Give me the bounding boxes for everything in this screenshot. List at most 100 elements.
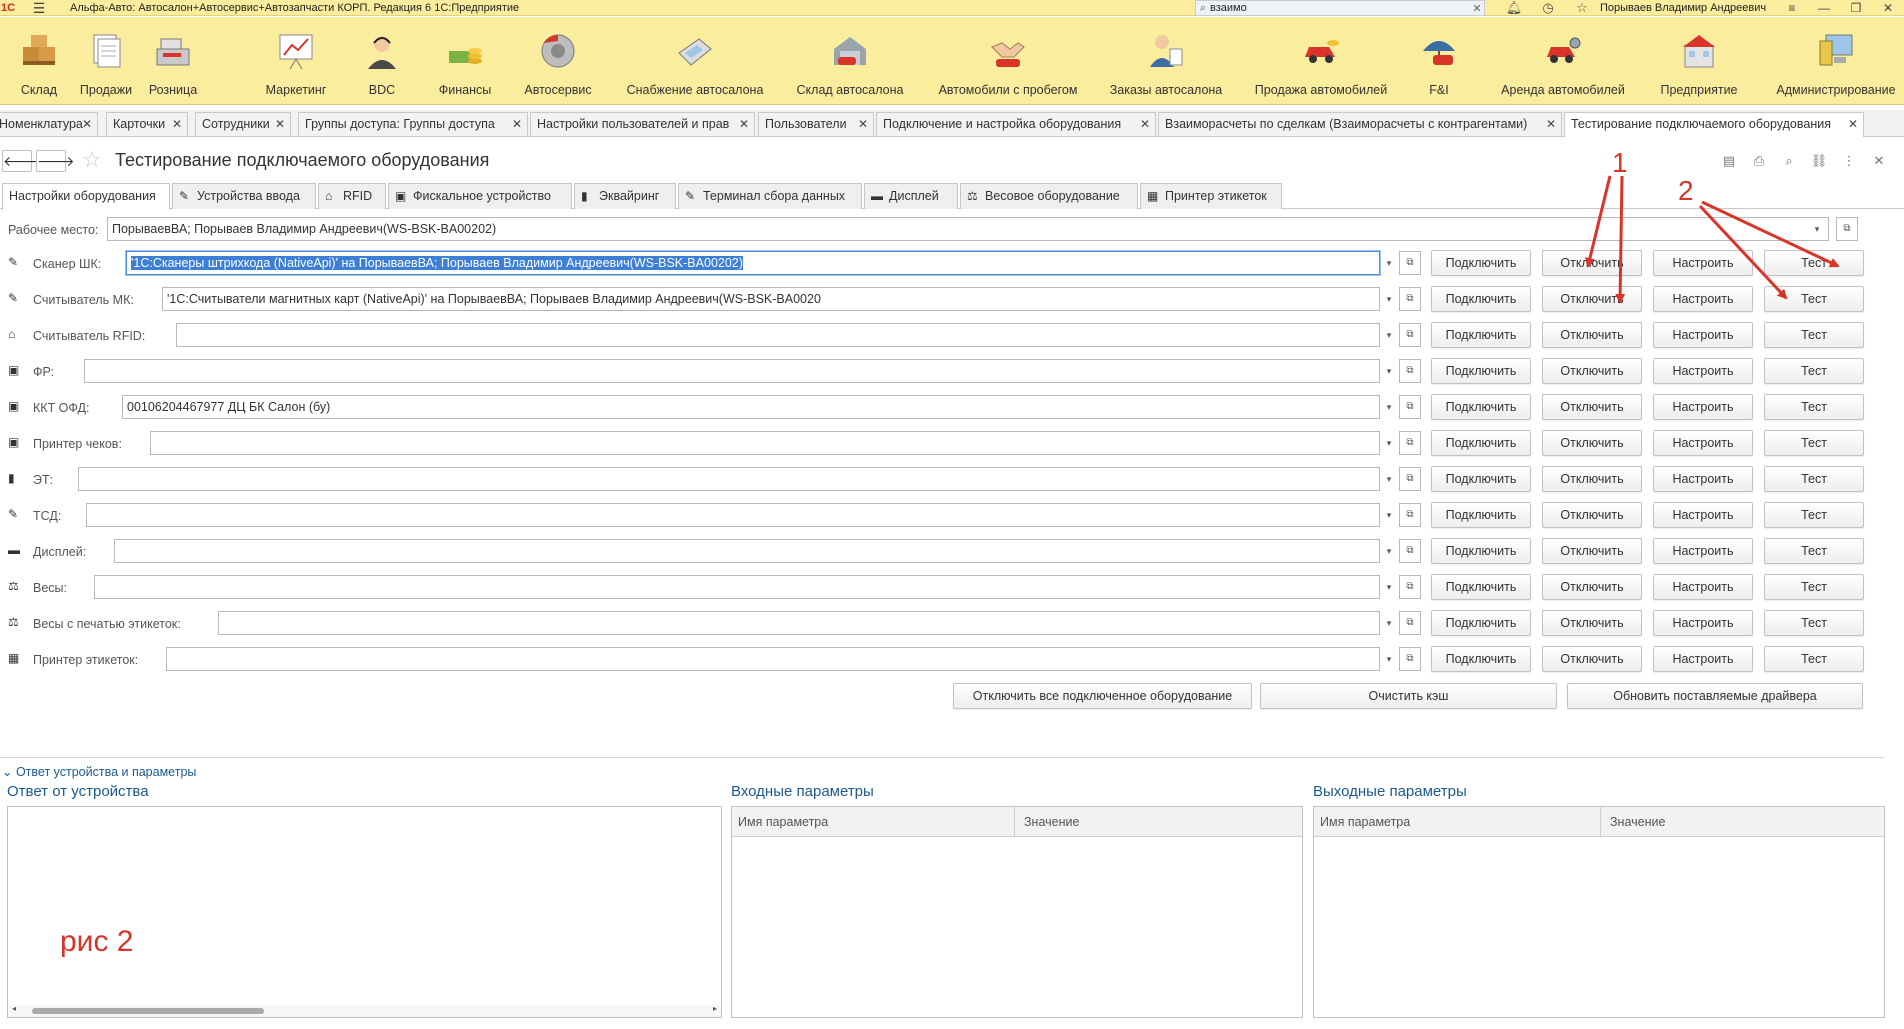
section-zakazy-avtosalona[interactable]: Заказы автосалона [1110, 17, 1222, 105]
device-open-icon[interactable]: ⧉ [1399, 611, 1421, 635]
settings-menu-icon[interactable]: ≡ [1776, 0, 1808, 16]
device-open-icon[interactable]: ⧉ [1399, 467, 1421, 491]
disconnect-button[interactable]: Отключить [1542, 646, 1642, 672]
device-dropdown-icon[interactable]: ▾ [1379, 396, 1399, 418]
section-administrirovanie[interactable]: Администрирование [1774, 17, 1898, 105]
setup-button[interactable]: Настроить [1653, 358, 1753, 384]
scroll-left-icon[interactable]: ◂ [12, 1004, 16, 1013]
current-user[interactable]: Порываев Владимир Андреевич [1600, 0, 1766, 16]
device-dropdown-icon[interactable]: ▾ [1379, 576, 1399, 598]
search-input[interactable]: взаимо [1210, 2, 1470, 14]
setup-button[interactable]: Настроить [1653, 250, 1753, 276]
open-tab[interactable]: Карточки ✕ [106, 112, 188, 136]
device-dropdown-icon[interactable]: ▾ [1379, 504, 1399, 526]
section-prodazha-avtomobiley[interactable]: Продажа автомобилей [1255, 17, 1387, 105]
tab-nastroyki-oborudovaniya[interactable]: Настройки оборудования [2, 183, 170, 210]
column-header-value[interactable]: Значение [1024, 815, 1079, 829]
connect-button[interactable]: Подключить [1431, 574, 1531, 600]
test-button[interactable]: Тест [1764, 466, 1864, 492]
output-params-table[interactable]: Имя параметра Значение [1313, 806, 1885, 1018]
search-box[interactable]: ⌕ взаимо ✕ [1195, 0, 1485, 16]
device-dropdown-icon[interactable]: ▾ [1379, 612, 1399, 634]
device-field[interactable] [114, 539, 1380, 563]
close-tab-icon[interactable]: ✕ [1546, 113, 1556, 135]
column-header-name[interactable]: Имя параметра [1320, 815, 1410, 829]
device-field[interactable] [150, 431, 1380, 455]
section-avtoservis[interactable]: Автосервис [522, 17, 594, 105]
close-tab-icon[interactable]: ✕ [275, 113, 285, 135]
column-header-name[interactable]: Имя параметра [738, 815, 828, 829]
device-open-icon[interactable]: ⧉ [1399, 503, 1421, 527]
setup-button[interactable]: Настроить [1653, 574, 1753, 600]
test-button[interactable]: Тест [1764, 286, 1864, 312]
device-open-icon[interactable]: ⧉ [1399, 395, 1421, 419]
minimize-icon[interactable]: — [1808, 0, 1840, 16]
disconnect-button[interactable]: Отключить [1542, 466, 1642, 492]
device-open-icon[interactable]: ⧉ [1399, 287, 1421, 311]
device-field[interactable]: 00106204467977 ДЦ БК Салон (бу) [122, 395, 1380, 419]
device-open-icon[interactable]: ⧉ [1399, 539, 1421, 563]
disconnect-button[interactable]: Отключить [1542, 430, 1642, 456]
connect-button[interactable]: Подключить [1431, 646, 1531, 672]
connect-button[interactable]: Подключить [1431, 286, 1531, 312]
device-field[interactable] [176, 323, 1380, 347]
favorite-star-icon[interactable]: ☆ [82, 148, 102, 172]
setup-button[interactable]: Настроить [1653, 646, 1753, 672]
open-tab[interactable]: Взаиморасчеты по сделкам (Взаиморасчеты … [1158, 112, 1562, 136]
section-finansy[interactable]: Финансы [436, 17, 494, 105]
close-tab-icon[interactable]: ✕ [172, 113, 182, 135]
connect-button[interactable]: Подключить [1431, 358, 1531, 384]
test-button[interactable]: Тест [1764, 502, 1864, 528]
device-field[interactable] [218, 611, 1380, 635]
disconnect-button[interactable]: Отключить [1542, 286, 1642, 312]
notifications-bell-icon[interactable]: 🔔︎ [1497, 0, 1531, 16]
device-dropdown-icon[interactable]: ▾ [1379, 432, 1399, 454]
disconnect-button[interactable]: Отключить [1542, 250, 1642, 276]
close-tab-icon[interactable]: ✕ [739, 113, 749, 135]
disconnect-button[interactable]: Отключить [1542, 358, 1642, 384]
test-button[interactable]: Тест [1764, 574, 1864, 600]
device-field[interactable] [166, 647, 1380, 671]
close-tab-icon[interactable]: ✕ [82, 113, 92, 135]
restore-icon[interactable]: ❐ [1840, 0, 1872, 16]
section-roznica[interactable]: Розница [149, 17, 197, 105]
device-open-icon[interactable]: ⧉ [1399, 431, 1421, 455]
disconnect-button[interactable]: Отключить [1542, 394, 1642, 420]
tab-terminal-sbora-dannyh[interactable]: ✎ Терминал сбора данных [678, 183, 862, 209]
print-icon[interactable]: ⎙ [1744, 150, 1774, 172]
disconnect-button[interactable]: Отключить [1542, 322, 1642, 348]
setup-button[interactable]: Настроить [1653, 322, 1753, 348]
test-button[interactable]: Тест [1764, 538, 1864, 564]
connect-button[interactable]: Подключить [1431, 250, 1531, 276]
section-sklad[interactable]: Склад [20, 17, 58, 105]
test-button[interactable]: Тест [1764, 250, 1864, 276]
preview-icon[interactable]: ⌕ [1774, 150, 1804, 172]
clear-search-icon[interactable]: ✕ [1470, 2, 1484, 15]
device-dropdown-icon[interactable]: ▾ [1379, 324, 1399, 346]
device-field[interactable]: '1С:Считыватели магнитных карт (NativeAp… [162, 287, 1380, 311]
close-window-icon[interactable]: ✕ [1872, 0, 1904, 16]
connect-button[interactable]: Подключить [1431, 430, 1531, 456]
setup-button[interactable]: Настроить [1653, 502, 1753, 528]
section-marketing[interactable]: Маркетинг [266, 17, 326, 105]
connect-button[interactable]: Подключить [1431, 322, 1531, 348]
section-fi[interactable]: F&I [1420, 17, 1458, 105]
tab-ekvayring[interactable]: ▮ Эквайринг [574, 183, 676, 209]
close-tab-icon[interactable]: ✕ [1140, 113, 1150, 135]
section-sklad-avtosalona[interactable]: Склад автосалона [797, 17, 903, 105]
open-tab[interactable]: Номенклатура ✕ [0, 112, 98, 136]
workplace-open-icon[interactable]: ⧉ [1836, 217, 1858, 241]
clear-cache-button[interactable]: Очистить кэш [1260, 683, 1557, 709]
history-icon[interactable]: ◷ [1531, 0, 1565, 16]
tab-fiskalnoe-ustroystvo[interactable]: ▣ Фискальное устройство [388, 183, 572, 209]
disconnect-button[interactable]: Отключить [1542, 574, 1642, 600]
tab-vesovoe-oborudovanie[interactable]: ⚖︎ Весовое оборудование [960, 183, 1138, 209]
setup-button[interactable]: Настроить [1653, 610, 1753, 636]
tab-printer-etiketok[interactable]: ▦ Принтер этикеток [1140, 183, 1282, 209]
setup-button[interactable]: Настроить [1653, 286, 1753, 312]
workplace-dropdown-icon[interactable]: ▾ [1807, 218, 1827, 240]
favorites-star-icon[interactable]: ☆ [1565, 0, 1599, 16]
update-drivers-button[interactable]: Обновить поставляемые драйвера [1567, 683, 1863, 709]
section-arenda-avtomobiley[interactable]: Аренда автомобилей [1501, 17, 1625, 105]
connect-button[interactable]: Подключить [1431, 538, 1531, 564]
